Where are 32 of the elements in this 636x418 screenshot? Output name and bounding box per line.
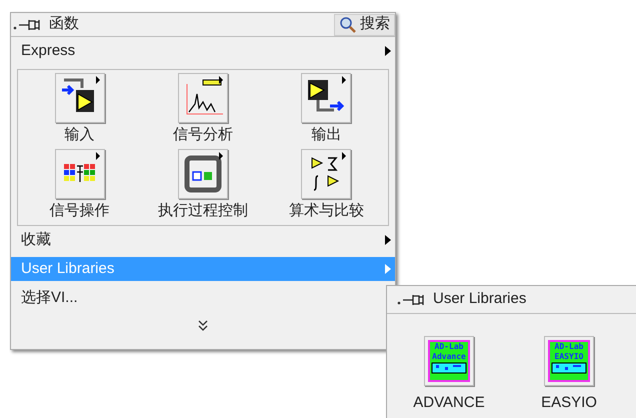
palette-title: User Libraries	[433, 289, 526, 310]
board-icon	[431, 362, 467, 374]
icon-label: AD-Lab	[554, 342, 584, 352]
submenu-arrow-icon	[385, 235, 391, 245]
expand-chevron-icon[interactable]	[198, 320, 208, 332]
express-item-label[interactable]: 算术与比较	[288, 200, 364, 222]
library-icon[interactable]: AD-Lab Advance	[424, 336, 474, 386]
arithmetic-icon[interactable]	[301, 148, 352, 198]
search-icon	[339, 16, 357, 34]
express-item-label[interactable]: 信号操作	[50, 200, 110, 222]
submenu-arrow-icon	[385, 46, 391, 56]
board-icon	[551, 362, 587, 374]
palette-title: 函数	[49, 14, 79, 34]
loop-icon[interactable]	[178, 148, 228, 198]
icon-label: Advance	[432, 352, 466, 362]
output-icon[interactable]	[301, 73, 352, 123]
express-item-label[interactable]: 输出	[311, 124, 342, 146]
icon-label: EASYIO	[554, 352, 584, 362]
input-icon[interactable]	[54, 73, 105, 123]
express-item-label[interactable]: 输入	[64, 124, 95, 146]
library-label[interactable]: EASYIO	[541, 392, 597, 414]
library-label[interactable]: ADVANCE	[413, 392, 485, 414]
menu-item[interactable]: 收藏	[11, 228, 395, 252]
library-icon[interactable]: AD-Lab EASYIO	[544, 336, 594, 386]
icon-label: AD-Lab	[434, 342, 464, 352]
express-item-label[interactable]: 执行过程控制	[158, 200, 248, 222]
express-item-label[interactable]: 信号分析	[172, 124, 233, 146]
manipulation-icon[interactable]	[54, 148, 105, 198]
analysis-icon[interactable]	[178, 73, 228, 123]
menu-item[interactable]: Express	[11, 39, 395, 63]
submenu-arrow-icon	[385, 264, 391, 274]
search-button[interactable]: 搜索	[334, 14, 395, 36]
